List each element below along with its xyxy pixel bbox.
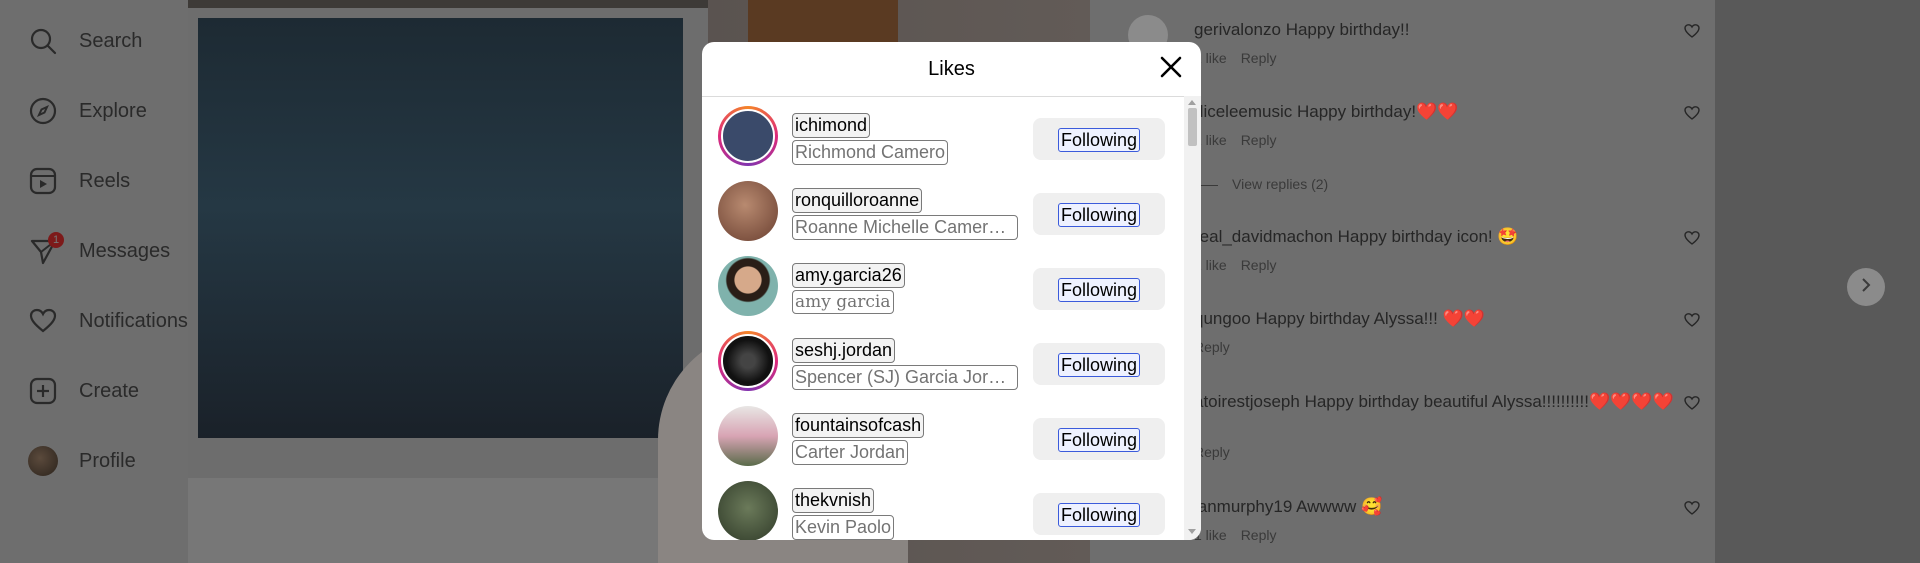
- chevron-right-icon: [1859, 277, 1873, 297]
- following-button[interactable]: Following: [1033, 118, 1165, 160]
- avatar[interactable]: [718, 331, 778, 391]
- dialog-title: Likes: [928, 58, 975, 80]
- scroll-thumb[interactable]: [1188, 108, 1197, 146]
- avatar: [28, 446, 58, 476]
- following-button[interactable]: Following: [1033, 268, 1165, 310]
- nav-item-profile[interactable]: Profile: [28, 443, 136, 479]
- full-name: Roanne Michelle Camero R...: [792, 215, 1018, 240]
- comment-username[interactable]: gerivalonzo: [1194, 20, 1281, 39]
- avatar[interactable]: [718, 481, 778, 540]
- nav-item-messages[interactable]: 1 Messages: [28, 232, 171, 269]
- comment-text: Happy birthday!❤️❤️: [1297, 102, 1459, 121]
- unread-badge: 1: [48, 232, 64, 248]
- nav-item-reels[interactable]: Reels: [28, 163, 130, 199]
- following-button[interactable]: Following: [1033, 193, 1165, 235]
- like-comment-icon[interactable]: [1684, 230, 1700, 251]
- nav-item-notifications[interactable]: Notifications: [28, 303, 188, 339]
- username-link[interactable]: seshj.jordan: [792, 338, 896, 363]
- nav-label: Messages: [79, 239, 171, 262]
- list-item: amy.garcia26 amy garcia Following: [702, 251, 1184, 326]
- comment-username[interactable]: qungoo: [1194, 309, 1251, 328]
- likes-list[interactable]: ichimond Richmond Camero Following ronqu…: [702, 96, 1184, 540]
- username-link[interactable]: ronquilloroanne: [792, 188, 923, 213]
- list-item: fountainsofcash Carter Jordan Following: [702, 401, 1184, 476]
- view-replies-button[interactable]: View replies (2): [1194, 176, 1328, 192]
- search-icon: [28, 26, 58, 56]
- nav-label: Create: [79, 379, 140, 402]
- plus-square-icon: [28, 376, 58, 406]
- following-label: Following: [1058, 428, 1141, 452]
- like-comment-icon[interactable]: [1684, 23, 1700, 44]
- following-label: Following: [1058, 353, 1141, 377]
- nav-label: Reels: [79, 169, 131, 192]
- following-button[interactable]: Following: [1033, 418, 1165, 460]
- nav-item-search[interactable]: Search: [28, 23, 142, 59]
- close-icon: [1160, 56, 1182, 83]
- sidebar: Search Explore Reels 1 Messages Notifica…: [0, 0, 188, 563]
- full-name: Richmond Camero: [792, 140, 949, 165]
- avatar[interactable]: [718, 106, 778, 166]
- comment-text: Happy birthday beautiful Alyssa!!!!!!!!!…: [1304, 392, 1674, 411]
- comment-text: Happy birthday Alyssa!!! ❤️❤️: [1255, 309, 1485, 328]
- avatar[interactable]: [718, 256, 778, 316]
- reels-icon: [28, 166, 58, 196]
- nav-label: Search: [79, 29, 143, 52]
- like-comment-icon[interactable]: [1684, 105, 1700, 126]
- comment-username[interactable]: diceleemusic: [1194, 102, 1292, 121]
- view-replies-label: View replies (2): [1232, 176, 1329, 192]
- likes-dialog: Likes ichimond Richmond Camero Following…: [702, 42, 1201, 540]
- like-comment-icon[interactable]: [1684, 500, 1700, 521]
- avatar[interactable]: [718, 406, 778, 466]
- comment-text: Awwww 🥰: [1296, 497, 1383, 516]
- avatar[interactable]: [718, 181, 778, 241]
- close-button[interactable]: [1156, 54, 1186, 84]
- messages-icon: 1: [28, 232, 64, 266]
- reply-button[interactable]: Reply: [1241, 132, 1277, 148]
- scrollbar[interactable]: [1184, 96, 1201, 540]
- following-button[interactable]: Following: [1033, 493, 1165, 535]
- full-name: amy garcia: [792, 290, 894, 314]
- list-item: ronquilloroanne Roanne Michelle Camero R…: [702, 176, 1184, 251]
- reply-button[interactable]: Reply: [1241, 50, 1277, 66]
- username-link[interactable]: thekvnish: [792, 488, 875, 513]
- reply-button[interactable]: Reply: [1241, 527, 1277, 543]
- heart-icon: [28, 306, 58, 336]
- following-label: Following: [1058, 203, 1141, 227]
- full-name: Carter Jordan: [792, 440, 909, 465]
- like-comment-icon[interactable]: [1684, 395, 1700, 416]
- username-link[interactable]: fountainsofcash: [792, 413, 925, 438]
- username-link[interactable]: ichimond: [792, 113, 871, 138]
- following-label: Following: [1058, 278, 1141, 302]
- nav-label: Notifications: [79, 309, 188, 332]
- username-link[interactable]: amy.garcia26: [792, 263, 905, 288]
- following-label: Following: [1058, 503, 1141, 527]
- list-item: seshj.jordan Spencer (SJ) Garcia Jordan.…: [702, 326, 1184, 401]
- nav-item-create[interactable]: Create: [28, 373, 139, 409]
- comment-username[interactable]: atoirestjoseph: [1194, 392, 1300, 411]
- comment-username[interactable]: lanmurphy19: [1194, 497, 1292, 516]
- following-label: Following: [1058, 128, 1141, 152]
- compass-icon: [28, 96, 58, 126]
- scroll-up-arrow[interactable]: [1188, 100, 1196, 105]
- nav-label: Profile: [79, 449, 136, 472]
- nav-item-explore[interactable]: Explore: [28, 93, 147, 129]
- dialog-header: Likes: [702, 42, 1201, 97]
- next-post-button[interactable]: [1847, 268, 1885, 306]
- scroll-down-arrow[interactable]: [1188, 529, 1196, 534]
- following-button[interactable]: Following: [1033, 343, 1165, 385]
- list-item: ichimond Richmond Camero Following: [702, 101, 1184, 176]
- comment-username[interactable]: real_davidmachon: [1194, 227, 1333, 246]
- full-name: Spencer (SJ) Garcia Jordan...: [792, 365, 1018, 390]
- list-item: thekvnish Kevin Paolo Following: [702, 476, 1184, 540]
- photo-tv: [188, 8, 708, 478]
- reply-button[interactable]: Reply: [1241, 257, 1277, 273]
- full-name: Kevin Paolo: [792, 515, 895, 540]
- nav-label: Explore: [79, 99, 147, 122]
- comment-text: Happy birthday!!: [1285, 20, 1410, 39]
- like-comment-icon[interactable]: [1684, 312, 1700, 333]
- comment-text: Happy birthday icon! 🤩: [1337, 227, 1519, 246]
